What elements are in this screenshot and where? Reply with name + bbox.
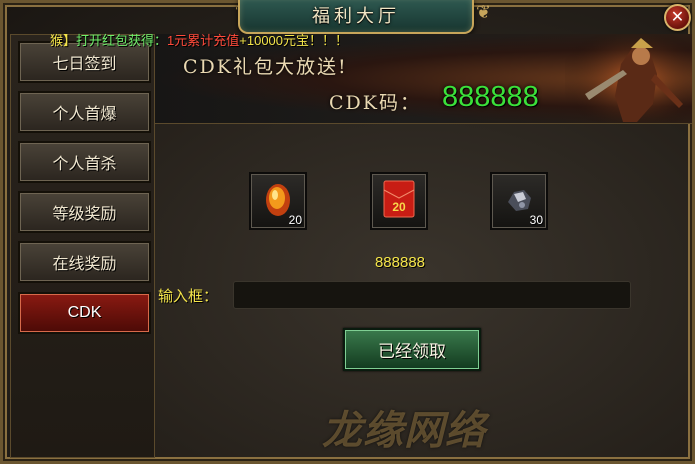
banner-code-label: CDK码： (329, 92, 421, 114)
marquee-action: 打开红包获得： (76, 33, 168, 48)
banner-headline: CDK礼包大放送! (183, 56, 348, 78)
cdk-input[interactable] (233, 281, 631, 309)
sidebar-item-label: 七日签到 (52, 56, 117, 73)
sidebar-item-first-kill[interactable]: 个人首杀 (18, 141, 151, 183)
envelope-badge: 20 (392, 200, 406, 214)
marquee-reward-b: +10000元宝！！！ (239, 33, 349, 48)
red-envelope-icon: 20 (383, 180, 415, 218)
cdk-input-label: 输入框： (158, 288, 219, 305)
close-button[interactable]: ✕ (664, 4, 691, 31)
window-title: 福利大厅 (312, 6, 400, 27)
sidebar-item-label: 个人首杀 (52, 156, 117, 173)
close-x-icon: ✕ (670, 7, 685, 26)
reward-slot[interactable]: 20 (370, 172, 428, 230)
marquee-reward-a: 1元累计充值 (167, 33, 240, 48)
reward-slot[interactable]: 30 (490, 172, 548, 230)
sidebar-item-online-reward[interactable]: 在线奖励 (18, 241, 151, 283)
banner-code-value: 888888 (442, 81, 539, 113)
reward-count: 20 (288, 213, 302, 227)
sidebar-item-level-reward[interactable]: 等级奖励 (18, 191, 151, 233)
sidebar: 七日签到 个人首爆 个人首杀 等级奖励 在线奖励 CDK (10, 34, 155, 458)
sidebar-item-first-drop[interactable]: 个人首爆 (18, 91, 151, 133)
claim-button[interactable]: 已经领取 (343, 328, 481, 371)
sidebar-item-cdk[interactable]: CDK (18, 292, 151, 334)
claim-button-label: 已经领取 (378, 342, 446, 361)
sidebar-item-label: 在线奖励 (52, 256, 117, 273)
announcement-marquee: 猴】打开红包获得：1元累计充值+10000元宝！！！ (50, 30, 348, 48)
sidebar-item-label: CDK (67, 304, 102, 321)
reward-slot[interactable]: 20 (249, 172, 307, 230)
brand-watermark: 龙缘网络 (322, 407, 486, 454)
cdk-code-display: 888888 (374, 254, 426, 271)
marquee-source: 猴】 (50, 33, 77, 48)
warrior-illustration (565, 34, 692, 123)
sidebar-item-label: 等级奖励 (52, 206, 117, 223)
reward-count: 30 (529, 213, 543, 227)
title-ornament-right: ❦ (476, 2, 492, 23)
sidebar-item-label: 个人首爆 (52, 106, 117, 123)
title-plate: 福利大厅 (238, 0, 474, 34)
